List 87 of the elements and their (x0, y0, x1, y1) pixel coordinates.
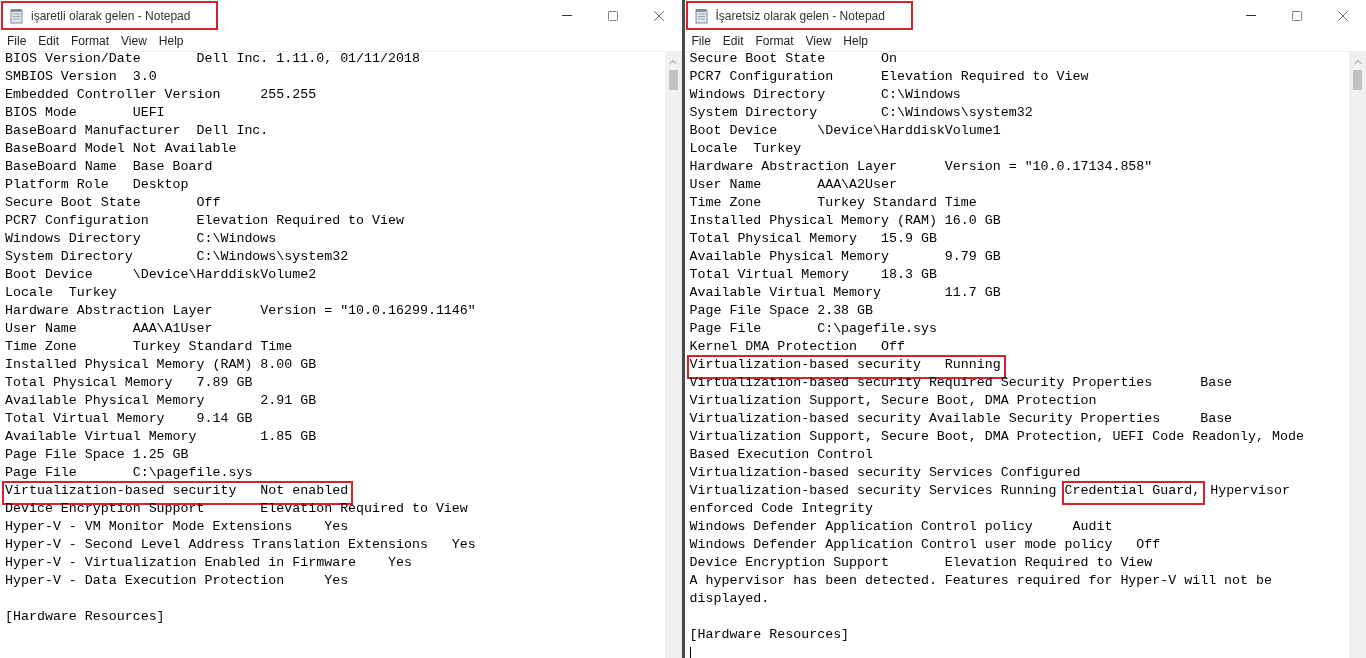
text-line: Platform Role Desktop (5, 178, 189, 194)
text-line: Time Zone Turkey Standard Time (5, 340, 293, 356)
text-line: Page File Space 2.38 GB (689, 304, 874, 320)
text-line: System Directory C:\Windows\system32 (689, 106, 1033, 122)
text-line: Windows Defender Application Control policy Audit (689, 520, 1113, 536)
highlighted-text: Virtualization-based security Running (689, 358, 1003, 376)
text-line: Virtualization-based security Available Security Properties Base (689, 412, 1233, 428)
text-line: Boot Device \Device\HarddiskVolume1 (689, 124, 1001, 140)
text-line: Windows Defender Application Control user mode policy Off (689, 538, 1161, 554)
text-line: Hyper-V - Virtualization Enabled in Firmware Yes (5, 556, 412, 572)
text-line: Device Encryption Support Elevation Required to View (689, 556, 1153, 572)
text-line: Virtualization-based security Services Configured (689, 466, 1081, 482)
text-line: Hyper-V - Second Level Address Translation Extensions Yes (5, 538, 476, 554)
text-line: Secure Boot State Off (5, 196, 221, 212)
menu-item[interactable]: View (799, 31, 838, 51)
text-line: PCR7 Configuration Elevation Required to View (689, 70, 1089, 86)
text-line: Device Encryption Support Elevation Required to View (5, 502, 468, 518)
text-line: Hardware Abstraction Layer Version = "10.0.16299.1146" (5, 304, 476, 320)
text-line: Virtualization Support, Secure Boot, DMA Protection (689, 394, 1097, 410)
text-line: BaseBoard Model Not Available (5, 142, 237, 158)
maximize-icon (1291, 9, 1303, 22)
notepad-icon (9, 7, 25, 24)
text-line: Based Execution Control (689, 448, 874, 464)
text-line: Virtualization-based security Services Running (689, 484, 1058, 500)
text-line: Total Physical Memory 7.89 GB (5, 376, 253, 392)
menu-item[interactable]: Edit (716, 31, 750, 51)
text-line: User Name AAA\A1User (5, 322, 213, 338)
scrollbar[interactable] (1349, 52, 1366, 658)
text-line: Embedded Controller Version 255.255 (5, 88, 317, 104)
scrollbar-thumb[interactable] (668, 70, 678, 90)
text-line: Page File C:\pagefile.sys (689, 322, 937, 338)
menu-item[interactable]: Format (749, 31, 800, 51)
text-line: Total Physical Memory 15.9 GB (689, 232, 937, 248)
minimize-icon (561, 15, 572, 16)
text-line: Hyper-V - Data Execution Protection Yes (5, 574, 349, 590)
text-line: enforced Code Integrity (689, 502, 874, 518)
text-line: Available Physical Memory 2.91 GB (5, 394, 317, 410)
text-line: User Name AAA\A2User (689, 178, 897, 194)
scrollbar-thumb[interactable] (1353, 70, 1362, 90)
text-line: Installed Physical Memory (RAM) 8.00 GB (5, 358, 317, 374)
menu-item[interactable]: View (115, 31, 153, 51)
text-line: displayed. (689, 592, 770, 608)
text-line: System Directory C:\Windows\system32 (5, 250, 349, 266)
text-line: Page File Space 1.25 GB (5, 448, 189, 464)
text-line: Installed Physical Memory (RAM) 16.0 GB (689, 214, 1001, 230)
menu-item[interactable]: File (1, 31, 33, 51)
text-line: Windows Directory C:\Windows (5, 232, 277, 248)
text-line: Locale Turkey (689, 142, 802, 158)
text-line: BaseBoard Name Base Board (5, 160, 213, 176)
text-line: Boot Device \Device\HarddiskVolume2 (5, 268, 317, 284)
menu-item[interactable]: Edit (32, 31, 66, 51)
text-line: Available Physical Memory 9.79 GB (689, 250, 1001, 266)
highlighted-text: Virtualization-based security Not enabled (5, 484, 351, 502)
window-title: işaretli olarak gelen - Notepad (31, 8, 191, 23)
text-line: Total Virtual Memory 18.3 GB (689, 268, 937, 284)
text-line: Kernel DMA Protection Off (689, 340, 905, 356)
text-line: BaseBoard Manufacturer Dell Inc. (5, 124, 269, 140)
text-line: Secure Boot State On (689, 52, 897, 68)
text-line: Available Virtual Memory 1.85 GB (5, 430, 317, 446)
text-line: Page File C:\pagefile.sys (5, 466, 253, 482)
text-line: Time Zone Turkey Standard Time (689, 196, 977, 212)
scrollbar[interactable] (664, 52, 682, 658)
text-line: Hypervisor (1209, 484, 1290, 500)
text-line: Total Virtual Memory 9.14 GB (5, 412, 253, 428)
text-line: A hypervisor has been detected. Features required for Hyper-V will not be (689, 574, 1272, 590)
text-line: Available Virtual Memory 11.7 GB (689, 286, 1001, 302)
text-line: Hardware Abstraction Layer Version = "10.0.17134.858" (689, 160, 1153, 176)
text-line: Hyper-V - VM Monitor Mode Extensions Yes (5, 520, 349, 536)
menu-item[interactable]: Help (837, 31, 875, 51)
window-title: İşaretsiz olarak gelen - Notepad (715, 8, 885, 23)
highlighted-text: Credential Guard, (1064, 484, 1203, 502)
text-line: [Hardware Resources] (5, 610, 165, 626)
notepad-icon (693, 7, 710, 24)
text-line: Windows Directory C:\Windows (689, 88, 961, 104)
text-line: Virtualization Support, Secure Boot, DMA Protection, UEFI Code Readonly, Mode (689, 430, 1304, 446)
text-line: Locale Turkey (5, 286, 117, 302)
text-line: PCR7 Configuration Elevation Required to View (5, 214, 404, 230)
text-line: [Hardware Resources] (689, 628, 850, 644)
minimize-icon (1246, 15, 1256, 16)
maximize-icon (606, 9, 619, 22)
text-line: SMBIOS Version 3.0 (5, 70, 157, 86)
menu-item[interactable]: Format (65, 31, 116, 51)
menu-item[interactable]: Help (152, 31, 190, 51)
text-line: BIOS Version/Date Dell Inc. 1.11.0, 01/11/2018 (5, 52, 420, 68)
text-line: Virtualization-based security Required Security Properties Base (689, 376, 1233, 392)
menu-item[interactable]: File (685, 31, 717, 51)
text-line: BIOS Mode UEFI (5, 106, 165, 122)
